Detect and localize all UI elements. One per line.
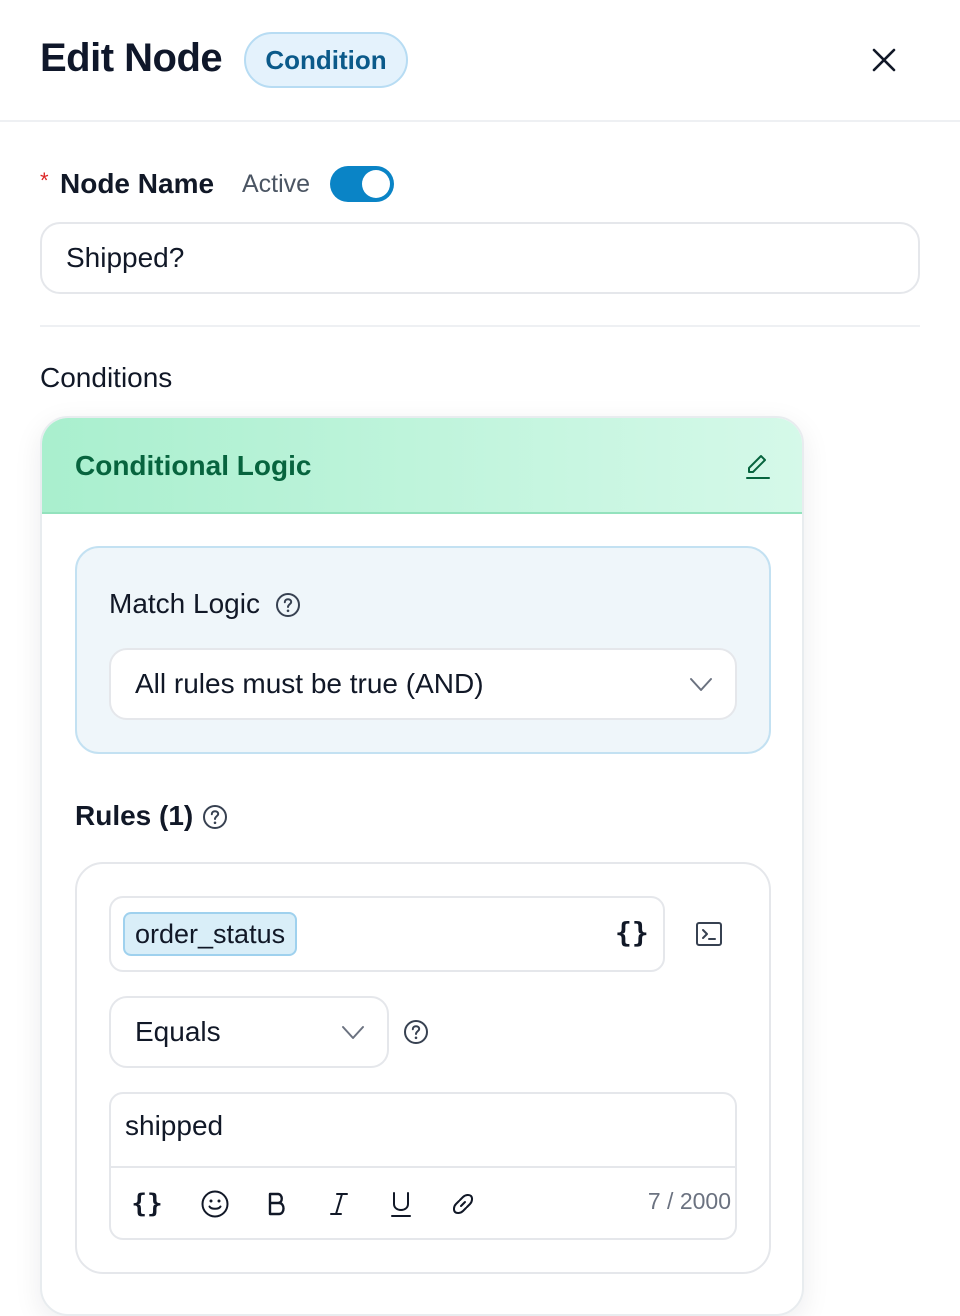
edit-icon[interactable] — [742, 450, 774, 482]
page-title: Edit Node — [40, 36, 223, 80]
chevron-down-icon — [690, 678, 712, 691]
chevron-down-icon — [342, 1026, 364, 1039]
conditional-logic-card: Conditional Logic Match Logic All rules … — [40, 416, 804, 1316]
braces-icon: {} — [131, 1189, 163, 1219]
match-logic-select[interactable]: All rules must be true (AND) — [109, 648, 737, 720]
emoji-icon — [201, 1190, 229, 1218]
char-counter: 7 / 2000 — [647, 1188, 731, 1214]
close-button[interactable] — [864, 40, 904, 80]
help-icon[interactable] — [275, 592, 301, 618]
link-button[interactable] — [447, 1188, 479, 1220]
rules-label: Rules (1) — [75, 800, 194, 831]
node-name-label: Node Name — [60, 168, 215, 199]
drawer-header: Edit Node Condition — [0, 0, 960, 122]
node-type-badge: Condition — [244, 32, 408, 88]
underline-icon — [391, 1192, 411, 1217]
help-icon[interactable] — [403, 1019, 429, 1045]
active-toggle[interactable] — [330, 166, 394, 202]
operator-value: Equals — [135, 1016, 221, 1047]
node-name-input[interactable]: Shipped? — [40, 222, 920, 294]
node-name-row: * Node Name Active — [40, 164, 460, 204]
underline-button[interactable] — [385, 1188, 417, 1220]
bold-button[interactable] — [261, 1188, 293, 1220]
rule-value-editor[interactable]: shipped {} 7 / 2000 — [109, 1092, 737, 1240]
bold-icon — [268, 1192, 285, 1216]
conditional-logic-title: Conditional Logic — [75, 450, 312, 481]
toggle-knob — [362, 170, 390, 198]
conditions-label: Conditions — [40, 362, 173, 393]
terminal-icon[interactable] — [695, 920, 723, 948]
italic-icon — [330, 1193, 348, 1215]
insert-variable-button[interactable]: {} — [131, 1188, 163, 1220]
match-logic-value: All rules must be true (AND) — [135, 668, 484, 699]
divider — [40, 325, 920, 327]
conditional-logic-header: Conditional Logic — [42, 418, 802, 514]
editor-toolbar: {} 7 / 2000 — [111, 1166, 735, 1238]
variable-field[interactable]: order_status {} — [109, 896, 665, 972]
help-icon[interactable] — [202, 804, 228, 830]
italic-button[interactable] — [323, 1188, 355, 1220]
required-indicator: * — [40, 168, 49, 193]
rule-card: order_status {} Equals shipped {} 7 / 20… — [75, 862, 771, 1274]
match-logic-box: Match Logic All rules must be true (AND) — [75, 546, 771, 754]
active-label: Active — [242, 170, 311, 198]
link-icon — [452, 1193, 474, 1215]
close-icon — [872, 48, 896, 72]
operator-select[interactable]: Equals — [109, 996, 389, 1068]
variable-chip[interactable]: order_status — [123, 912, 298, 956]
braces-icon[interactable]: {} — [615, 916, 649, 949]
emoji-button[interactable] — [199, 1188, 231, 1220]
rule-value-text[interactable]: shipped — [125, 1110, 223, 1142]
match-logic-label: Match Logic — [109, 588, 260, 619]
